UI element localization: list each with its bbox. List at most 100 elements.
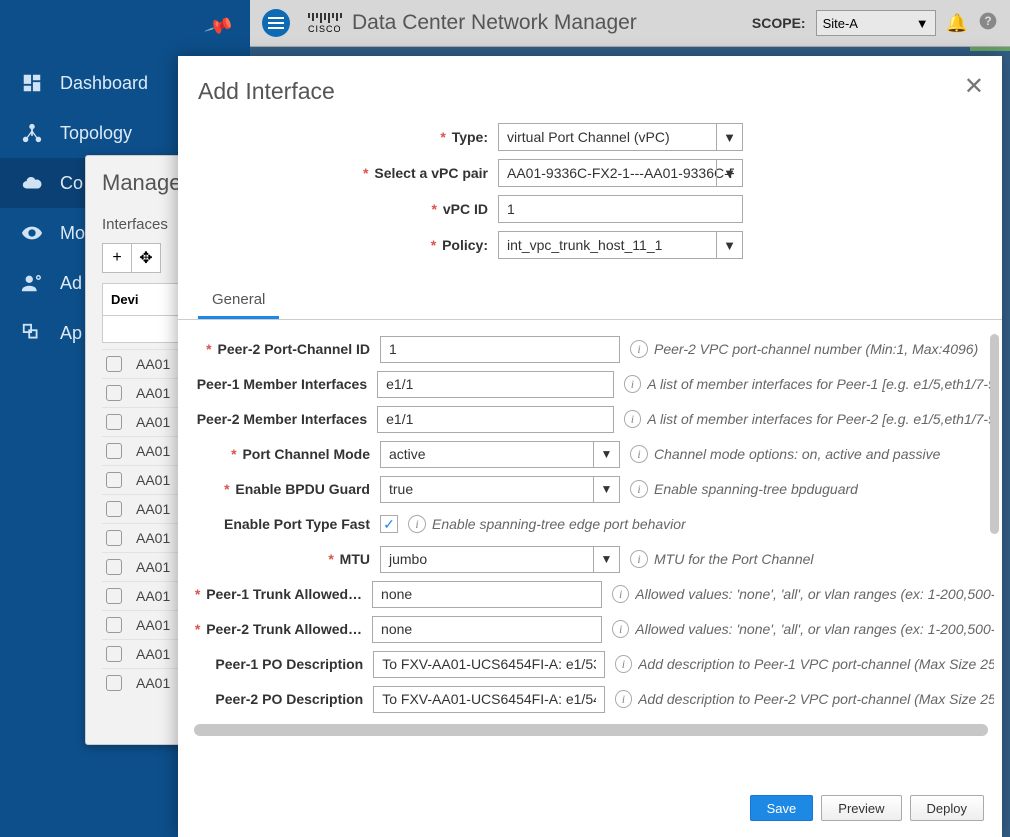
save-button[interactable]: Save (750, 795, 814, 821)
tab-general[interactable]: General (198, 281, 279, 319)
p1desc-input[interactable] (373, 651, 604, 678)
peer2-members-input[interactable] (377, 406, 613, 433)
info-icon[interactable]: i (630, 480, 648, 498)
menu-button[interactable] (262, 9, 290, 37)
pin-icon[interactable]: 📌 (203, 10, 236, 43)
peer2-members-label: Peer-2 Member Interfaces (194, 411, 377, 427)
field-desc: Allowed values: 'none', 'all', or vlan r… (635, 621, 994, 637)
info-icon[interactable]: i (630, 445, 648, 463)
dashboard-icon (20, 71, 44, 95)
topbar: CISCO Data Center Network Manager SCOPE:… (250, 0, 1010, 47)
scope-value: Site-A (823, 16, 858, 31)
field-desc: Enable spanning-tree edge port behavior (432, 516, 686, 532)
row-checkbox[interactable] (106, 530, 122, 546)
cloud-icon (20, 171, 44, 195)
peer1-members-input[interactable] (377, 371, 613, 398)
sidebar-item-label: Ad (60, 273, 82, 294)
sidebar-item-label: Dashboard (60, 73, 148, 94)
preview-button[interactable]: Preview (821, 795, 901, 821)
info-icon[interactable]: i (612, 585, 629, 603)
pc-mode-label: * Port Channel Mode (194, 446, 380, 462)
horizontal-scrollbar[interactable] (194, 724, 988, 736)
policy-select[interactable]: int_vpc_trunk_host_11_1▼ (498, 231, 743, 259)
field-desc: A list of member interfaces for Peer-1 [… (647, 376, 994, 392)
info-icon[interactable]: i (630, 340, 648, 358)
column-device: Devi (102, 283, 182, 316)
field-desc: Peer-2 VPC port-channel number (Min:1, M… (654, 341, 978, 357)
ptf-label: Enable Port Type Fast (194, 516, 380, 532)
mtu-select[interactable]: jumbo▼ (380, 546, 620, 573)
info-icon[interactable]: i (630, 550, 648, 568)
caret-down-icon: ▼ (916, 16, 929, 31)
scope-label: SCOPE: (752, 15, 806, 31)
caret-down-icon: ▼ (716, 160, 742, 186)
add-button[interactable]: + (102, 243, 132, 273)
caret-down-icon: ▼ (593, 442, 619, 467)
sidebar-item-label: Ap (60, 323, 82, 344)
info-icon[interactable]: i (615, 690, 632, 708)
peer2-pc-id-input[interactable] (380, 336, 620, 363)
row-checkbox[interactable] (106, 356, 122, 372)
p2trunk-input[interactable] (372, 616, 602, 643)
vpcid-input[interactable] (498, 195, 743, 223)
sidebar-item-label: Topology (60, 123, 132, 144)
close-icon[interactable]: ✕ (964, 72, 984, 101)
row-checkbox[interactable] (106, 443, 122, 459)
row-checkbox[interactable] (106, 559, 122, 575)
modal-title: Add Interface (198, 78, 1002, 105)
row-checkbox[interactable] (106, 675, 122, 691)
pair-select[interactable]: AA01-9336C-FX2-1---AA01-9336C-FX▼ (498, 159, 743, 187)
p1desc-label: Peer-1 PO Description (194, 656, 373, 672)
info-icon[interactable]: i (612, 620, 629, 638)
caret-down-icon: ▼ (716, 232, 742, 258)
modal-footer: Save Preview Deploy (178, 783, 1002, 837)
mtu-label: * MTU (194, 551, 380, 567)
row-checkbox[interactable] (106, 414, 122, 430)
row-checkbox[interactable] (106, 385, 122, 401)
type-label: * Type: (198, 129, 498, 145)
vpcid-label: * vPC ID (198, 201, 498, 217)
help-icon[interactable]: ? (978, 11, 998, 36)
filter-input[interactable] (102, 315, 182, 343)
apps-icon (20, 321, 44, 345)
info-icon[interactable]: i (624, 410, 642, 428)
cisco-logo: CISCO (308, 13, 342, 34)
p1trunk-input[interactable] (372, 581, 602, 608)
bell-icon[interactable]: 🔔 (946, 13, 968, 34)
caret-down-icon: ▼ (593, 547, 619, 572)
row-checkbox[interactable] (106, 472, 122, 488)
pc-mode-select[interactable]: active▼ (380, 441, 620, 468)
type-select[interactable]: virtual Port Channel (vPC)▼ (498, 123, 743, 151)
caret-down-icon: ▼ (593, 477, 619, 502)
scope-select[interactable]: Site-A ▼ (816, 10, 936, 36)
row-checkbox[interactable] (106, 501, 122, 517)
field-desc: Allowed values: 'none', 'all', or vlan r… (635, 586, 994, 602)
field-desc: Channel mode options: on, active and pas… (654, 446, 940, 462)
vertical-scrollbar[interactable] (990, 334, 999, 534)
info-icon[interactable]: i (408, 515, 426, 533)
move-button[interactable]: ✥ (131, 243, 161, 273)
p2desc-input[interactable] (373, 686, 604, 713)
app-title: Data Center Network Manager (352, 11, 637, 35)
svg-text:?: ? (984, 15, 991, 28)
user-gear-icon (20, 271, 44, 295)
row-checkbox[interactable] (106, 646, 122, 662)
p2trunk-label: * Peer-2 Trunk Allowed… (194, 621, 372, 637)
topology-icon (20, 121, 44, 145)
field-desc: Enable spanning-tree bpduguard (654, 481, 858, 497)
ptf-checkbox[interactable]: ✓ (380, 515, 398, 533)
pair-label: * Select a vPC pair (198, 165, 498, 181)
bpdu-select[interactable]: true▼ (380, 476, 620, 503)
peer1-members-label: Peer-1 Member Interfaces (194, 376, 377, 392)
row-checkbox[interactable] (106, 617, 122, 633)
eye-icon (20, 221, 44, 245)
policy-label: * Policy: (198, 237, 498, 253)
info-icon[interactable]: i (615, 655, 632, 673)
sidebar-item-label: Co (60, 173, 83, 194)
tabbar: General (178, 281, 1002, 320)
deploy-button[interactable]: Deploy (910, 795, 984, 821)
row-checkbox[interactable] (106, 588, 122, 604)
caret-down-icon: ▼ (716, 124, 742, 150)
p1trunk-label: * Peer-1 Trunk Allowed… (194, 586, 372, 602)
info-icon[interactable]: i (624, 375, 642, 393)
